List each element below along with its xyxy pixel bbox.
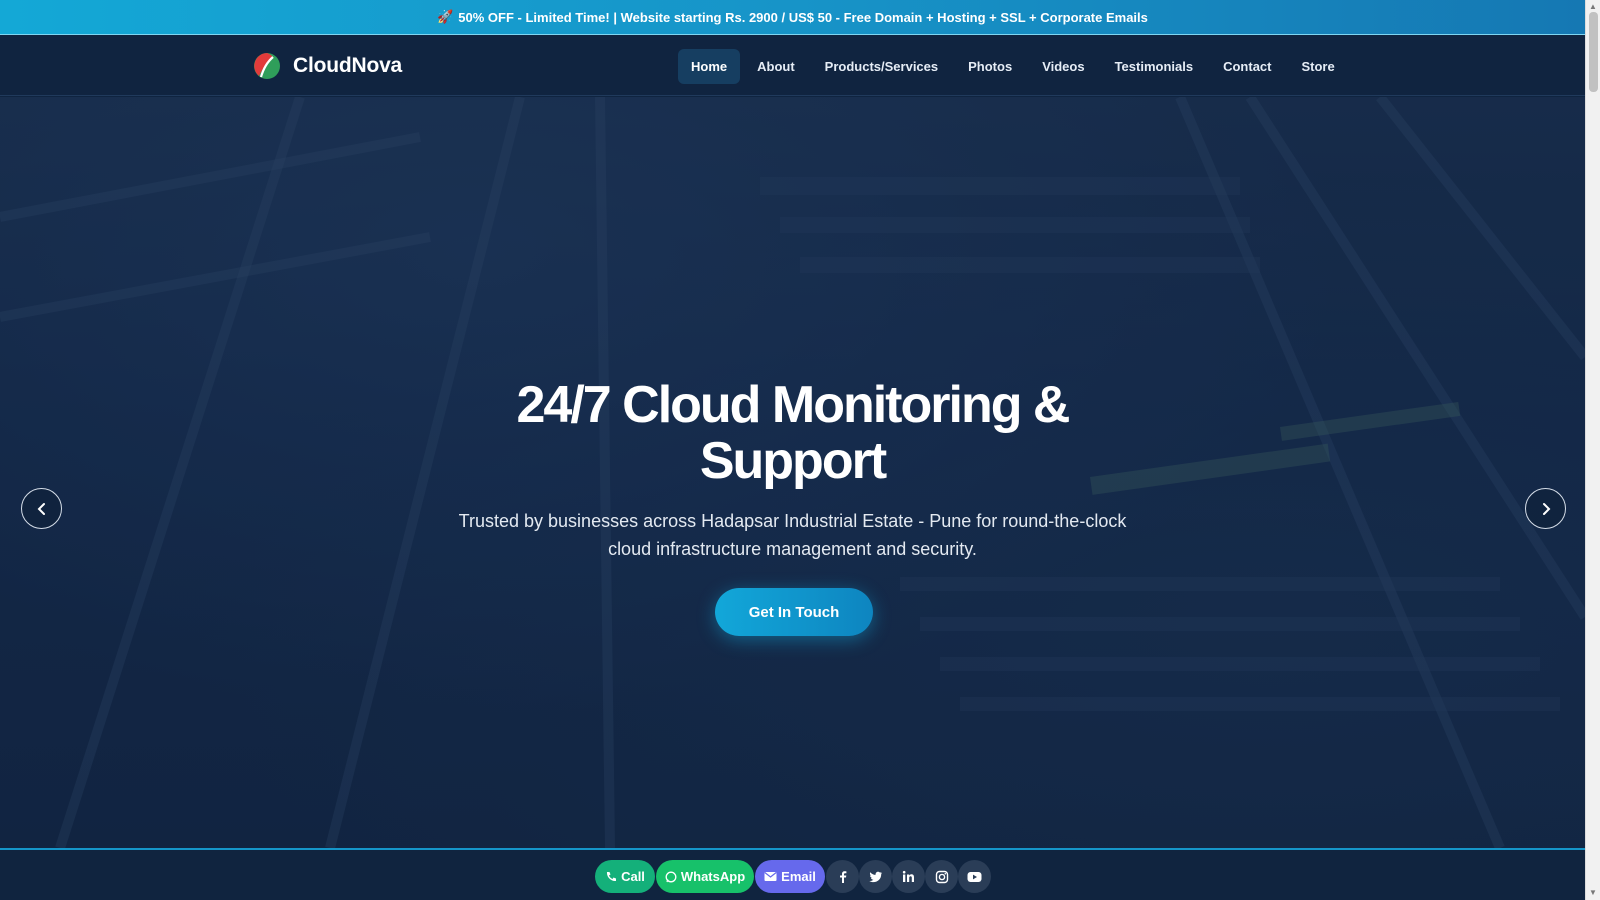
nav-contact[interactable]: Contact bbox=[1210, 49, 1284, 84]
instagram-button[interactable] bbox=[925, 860, 958, 893]
scroll-thumb[interactable] bbox=[1589, 12, 1598, 92]
chevron-right-icon bbox=[1542, 502, 1550, 515]
navbar: CloudNova Home About Products/Services P… bbox=[0, 36, 1585, 96]
youtube-icon bbox=[967, 871, 982, 882]
nav-about[interactable]: About bbox=[744, 49, 808, 84]
promo-text: 50% OFF - Limited Time! | Website starti… bbox=[458, 9, 1148, 25]
email-label: Email bbox=[781, 869, 816, 884]
whatsapp-button[interactable]: WhatsApp bbox=[656, 860, 754, 893]
hero-subtitle: Trusted by businesses across Hadapsar In… bbox=[458, 511, 1127, 559]
cloudnova-logo-icon bbox=[254, 53, 280, 79]
call-button[interactable]: Call bbox=[595, 860, 655, 893]
instagram-icon bbox=[935, 870, 948, 883]
scroll-down-icon[interactable]: ▼ bbox=[1589, 888, 1597, 897]
page-scrollbar[interactable]: ▲ ▼ bbox=[1585, 0, 1600, 900]
rocket-icon: 🚀 bbox=[437, 9, 454, 24]
promo-banner: 🚀 50% OFF - Limited Time! | Website star… bbox=[0, 0, 1585, 35]
hero-title-line-1: 24/7 Cloud Monitoring & bbox=[516, 376, 1071, 434]
linkedin-icon bbox=[902, 870, 914, 882]
nav-products-services[interactable]: Products/Services bbox=[812, 49, 951, 84]
youtube-button[interactable] bbox=[958, 860, 991, 893]
scroll-up-icon[interactable]: ▲ bbox=[1589, 2, 1597, 11]
slider-next-button[interactable] bbox=[1525, 488, 1566, 529]
brand[interactable]: CloudNova bbox=[253, 52, 402, 80]
hero-title: 24/7 Cloud Monitoring & Support bbox=[0, 377, 1585, 489]
facebook-icon bbox=[839, 870, 846, 883]
nav-videos[interactable]: Videos bbox=[1029, 49, 1097, 84]
twitter-icon bbox=[868, 871, 882, 882]
twitter-button[interactable] bbox=[859, 860, 892, 893]
get-in-touch-button[interactable]: Get In Touch bbox=[715, 588, 873, 636]
phone-icon bbox=[607, 871, 617, 881]
envelope-icon bbox=[764, 872, 777, 881]
email-button[interactable]: Email bbox=[755, 860, 825, 893]
nav-testimonials[interactable]: Testimonials bbox=[1102, 49, 1207, 84]
brand-name: CloudNova bbox=[293, 54, 403, 77]
nav-home[interactable]: Home bbox=[678, 49, 741, 84]
whatsapp-icon bbox=[665, 871, 677, 882]
hero-title-line-2: Support bbox=[699, 432, 887, 490]
nav-photos[interactable]: Photos bbox=[955, 49, 1025, 84]
slider-prev-button[interactable] bbox=[21, 488, 62, 529]
hero-slider: 24/7 Cloud Monitoring & Support Trusted … bbox=[0, 97, 1585, 848]
facebook-button[interactable] bbox=[826, 860, 859, 893]
whatsapp-label: WhatsApp bbox=[680, 869, 746, 884]
main-menu: Home About Products/Services Photos Vide… bbox=[678, 49, 1352, 84]
nav-store[interactable]: Store bbox=[1288, 49, 1347, 84]
chevron-left-icon bbox=[37, 502, 45, 515]
call-label: Call bbox=[621, 869, 645, 884]
linkedin-button[interactable] bbox=[892, 860, 925, 893]
contact-bar: Call WhatsApp Email bbox=[0, 848, 1585, 900]
